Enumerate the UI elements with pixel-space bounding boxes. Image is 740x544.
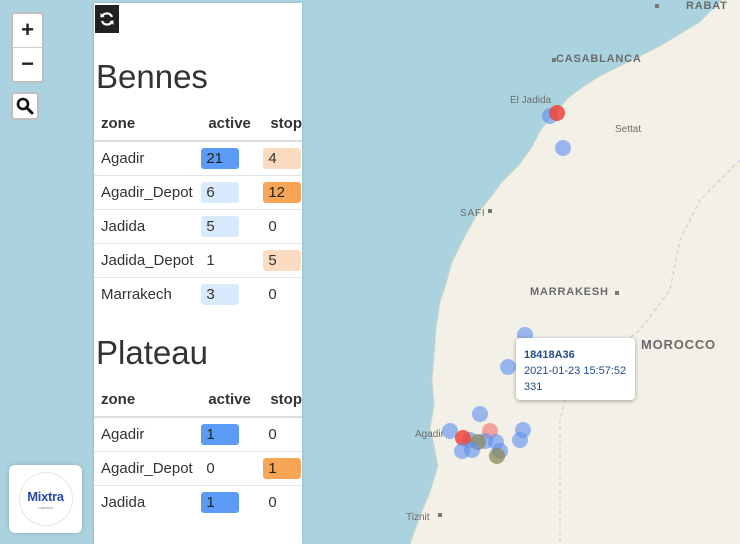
plateau-table: zone active stop Agadir 1 0 Agadir_Depot…: [94, 382, 302, 519]
column-header: zone: [94, 106, 202, 142]
table-row: Agadir 1 0: [94, 416, 302, 452]
stop-count: 0: [268, 426, 277, 443]
zone-cell: Marrakech: [94, 277, 202, 311]
zoom-in-button[interactable]: +: [13, 14, 42, 47]
table-row: Agadir_Depot 0 1: [94, 451, 302, 486]
zone-cell: Agadir_Depot: [94, 451, 202, 486]
place-label: MARRAKESH: [530, 286, 609, 298]
table-row: Agadir 21 4: [94, 140, 302, 176]
refresh-button[interactable]: [95, 5, 119, 33]
zone-cell: Jadida: [94, 209, 202, 244]
column-header: stop: [263, 106, 302, 142]
company-logo: Mixtra Logistics: [9, 465, 82, 533]
table-row: Agadir_Depot 6 12: [94, 175, 302, 210]
active-marker: [500, 359, 516, 375]
active-count: 1: [201, 492, 240, 513]
active-marker: [464, 442, 480, 458]
active-marker: [555, 140, 571, 156]
table-header-row: zone active stop: [94, 382, 302, 418]
column-header: active: [201, 106, 264, 142]
marker-popup: 18418A36 2021-01-23 15:57:52 331: [516, 338, 635, 400]
place-label: CASABLANCA: [556, 53, 642, 65]
zone-cell: Agadir_Depot: [94, 175, 202, 210]
place-label: Agadir: [415, 429, 445, 440]
stop-count: 5: [263, 250, 302, 271]
search-icon: [16, 97, 34, 115]
table-row: Jadida 5 0: [94, 209, 302, 244]
stop-count: 1: [263, 458, 302, 479]
place-label: SAFI: [460, 208, 485, 219]
zone-cell: Jadida: [94, 485, 202, 519]
logo-wordmark: Mixtra: [27, 488, 64, 504]
place-label: Settat: [615, 124, 641, 135]
bennes-table: zone active stop Agadir 21 4 Agadir_Depo…: [94, 106, 302, 311]
search-button[interactable]: [11, 92, 39, 120]
table-row: Jadida_Depot 1 5: [94, 243, 302, 278]
place-label: El Jadida: [510, 95, 552, 106]
popup-vehicle-id: 18418A36: [524, 349, 575, 361]
stop-count: 0: [268, 494, 277, 511]
popup-value: 331: [524, 381, 543, 393]
active-count: 0: [206, 460, 215, 477]
refresh-icon: [100, 12, 114, 26]
column-header: stop: [263, 382, 302, 418]
active-count: 21: [201, 148, 240, 169]
table-row: Jadida 1 0: [94, 485, 302, 519]
active-count: 6: [201, 182, 240, 203]
logo-subtitle: Logistics: [37, 504, 54, 510]
column-header: zone: [94, 382, 202, 418]
table-row: Marrakech 3 0: [94, 277, 302, 311]
table-header-row: zone active stop: [94, 106, 302, 142]
zone-cell: Agadir: [94, 140, 202, 176]
popup-timestamp: 2021-01-23 15:57:52: [524, 365, 627, 377]
stop-count: 0: [268, 286, 277, 303]
stop-marker: [549, 105, 565, 121]
column-header: active: [201, 382, 264, 418]
logo-badge: Mixtra Logistics: [18, 472, 73, 526]
zoom-out-button[interactable]: −: [13, 47, 42, 81]
place-label: RABAT: [686, 0, 728, 12]
status-panel: Bennes zone active stop Agadir 21 4 Agad…: [94, 3, 302, 544]
active-marker: [472, 406, 488, 422]
stop-count: 12: [263, 182, 302, 203]
active-count: 5: [201, 216, 240, 237]
place-label: Tiznit: [406, 512, 430, 523]
active-marker: [512, 432, 528, 448]
active-count: 3: [201, 284, 240, 305]
stop-count: 4: [263, 148, 302, 169]
active-count: 1: [201, 424, 240, 445]
stop-count: 0: [268, 218, 277, 235]
zoom-control: + −: [11, 12, 44, 83]
active-count: 1: [206, 252, 215, 269]
place-label: MOROCCO: [641, 337, 716, 352]
zone-cell: Agadir: [94, 416, 202, 452]
plateau-title: Plateau: [96, 334, 208, 371]
bennes-title: Bennes: [96, 58, 208, 95]
mixed-marker: [489, 448, 505, 464]
zone-cell: Jadida_Depot: [94, 243, 202, 278]
